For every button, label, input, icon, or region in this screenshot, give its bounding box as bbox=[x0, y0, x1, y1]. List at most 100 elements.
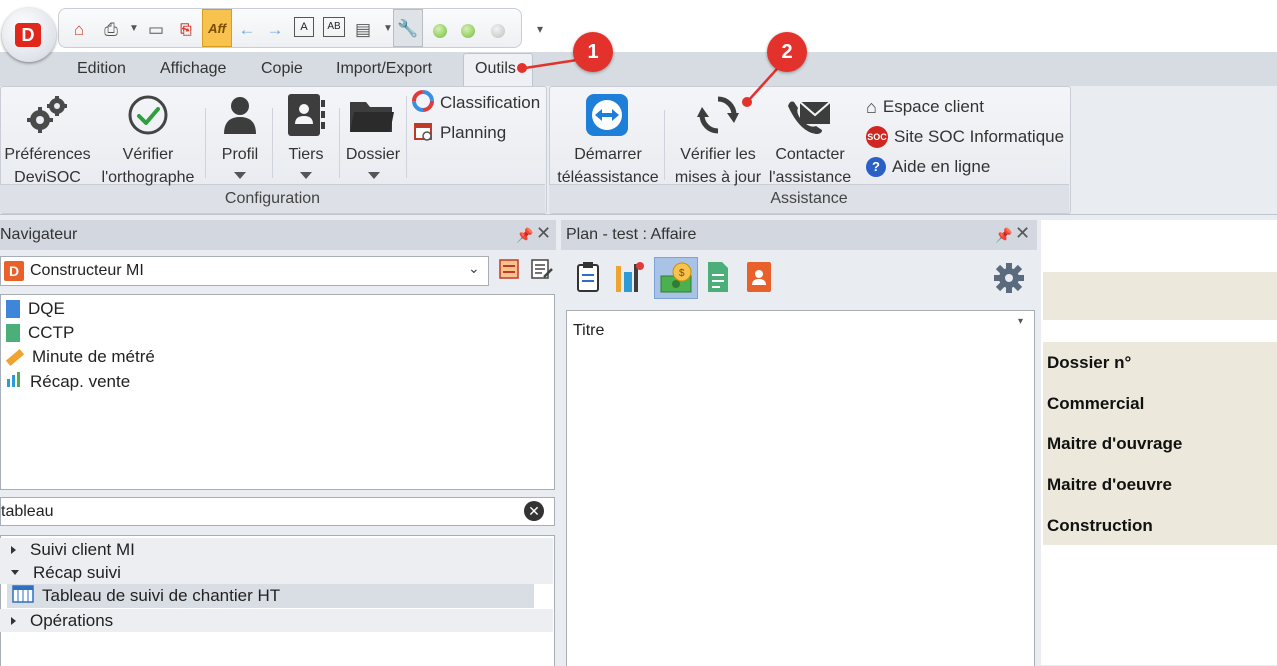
callout-1-dot bbox=[517, 63, 527, 73]
soc-logo-icon: SOC bbox=[866, 126, 888, 148]
gears-icon[interactable] bbox=[24, 94, 70, 134]
contact-label-1[interactable]: Contacter bbox=[766, 143, 854, 166]
window-icon[interactable]: ▤ bbox=[351, 17, 375, 41]
frame-ab-icon[interactable]: AB bbox=[323, 17, 345, 37]
edit-list-icon[interactable] bbox=[530, 258, 554, 280]
tab-affichage[interactable]: Affichage bbox=[160, 60, 226, 78]
chevron-down-icon[interactable] bbox=[300, 172, 312, 179]
green-dot-icon[interactable] bbox=[428, 19, 452, 43]
chevron-down-icon: ⌄ bbox=[468, 260, 480, 276]
separator bbox=[272, 108, 273, 178]
preferences-label-2[interactable]: DeviSOC bbox=[0, 166, 95, 189]
pin-icon[interactable]: 📌 bbox=[516, 227, 533, 244]
grey-dot-icon[interactable] bbox=[486, 19, 510, 43]
pdf-icon[interactable]: ⎘ bbox=[174, 17, 198, 41]
forward-arrow-icon[interactable]: → bbox=[263, 17, 287, 41]
print-preview-icon[interactable]: ▭ bbox=[144, 17, 168, 41]
updates-label-2[interactable]: mises à jour bbox=[668, 166, 768, 189]
document-green-icon bbox=[6, 324, 20, 342]
classification-item[interactable]: Classification bbox=[412, 89, 540, 115]
list-icon[interactable] bbox=[498, 258, 520, 280]
chevron-down-icon[interactable] bbox=[234, 172, 246, 179]
customize-toolbar-icon[interactable]: ▾ bbox=[528, 17, 552, 41]
home-icon[interactable]: ⌂ bbox=[67, 17, 91, 41]
contact-support-icon[interactable] bbox=[786, 94, 832, 136]
frame-icon[interactable]: A bbox=[294, 17, 314, 37]
clipboard-icon[interactable] bbox=[576, 261, 600, 293]
collapse-icon bbox=[11, 570, 19, 575]
tab-edition[interactable]: Edition bbox=[77, 60, 126, 78]
preferences-label-1[interactable]: Préférences bbox=[0, 143, 95, 166]
settings-gear-icon[interactable] bbox=[993, 262, 1025, 294]
profil-label[interactable]: Profil bbox=[210, 143, 270, 166]
help-icon: ? bbox=[866, 157, 886, 177]
tree-row-recap-suivi[interactable]: Récap suivi bbox=[0, 561, 553, 584]
document-green-icon[interactable] bbox=[706, 261, 730, 293]
chevron-down-icon[interactable] bbox=[368, 172, 380, 179]
pin-icon[interactable]: 📌 bbox=[995, 227, 1012, 244]
list-item-dqe[interactable]: DQE bbox=[6, 299, 65, 319]
address-book-icon[interactable] bbox=[285, 92, 327, 138]
list-item-label: DQE bbox=[28, 299, 65, 318]
list-item-label: Minute de métré bbox=[32, 347, 155, 366]
money-icon[interactable]: $ bbox=[654, 257, 698, 299]
remote-label-1[interactable]: Démarrer bbox=[553, 143, 663, 166]
profile-select[interactable]: D Constructeur MI ⌄ bbox=[0, 256, 489, 286]
wrench-icon[interactable]: 🔧 bbox=[393, 9, 423, 47]
spelling-label-2[interactable]: l'orthographe bbox=[95, 166, 201, 189]
column-sort-icon[interactable]: ▾ bbox=[1018, 316, 1023, 327]
list-item-label: CCTP bbox=[28, 323, 75, 342]
contact-label-2[interactable]: l'assistance bbox=[766, 166, 854, 189]
home-icon: ⌂ bbox=[866, 96, 877, 117]
aff-icon[interactable]: Aff bbox=[202, 9, 232, 47]
tab-copie[interactable]: Copie bbox=[261, 60, 303, 78]
profile-select-value: Constructeur MI bbox=[30, 262, 144, 279]
ruler-icon bbox=[5, 348, 25, 366]
tools-icon[interactable] bbox=[612, 260, 646, 294]
spelling-label-1[interactable]: Vérifier bbox=[95, 143, 201, 166]
tree-row-tableau-suivi[interactable]: Tableau de suivi de chantier HT bbox=[7, 584, 534, 608]
espace-client-item[interactable]: ⌂ Espace client bbox=[866, 95, 984, 119]
tree-label: Récap suivi bbox=[33, 562, 121, 582]
configuration-label: Configuration bbox=[224, 190, 321, 207]
list-item-minute[interactable]: Minute de métré bbox=[5, 347, 155, 367]
check-circle-icon[interactable] bbox=[127, 94, 169, 136]
column-header-titre: Titre bbox=[573, 322, 605, 339]
planning-item[interactable]: Planning bbox=[412, 121, 506, 145]
tree-row-suivi-client[interactable]: Suivi client MI bbox=[0, 538, 553, 561]
clear-search-icon[interactable]: ✕ bbox=[524, 501, 544, 521]
close-icon[interactable]: ✕ bbox=[536, 223, 551, 244]
back-arrow-icon[interactable]: ← bbox=[235, 17, 259, 41]
expand-icon bbox=[11, 616, 16, 625]
search-value: tableau bbox=[1, 503, 54, 520]
profile-icon[interactable] bbox=[221, 94, 259, 136]
remote-label-2[interactable]: téléassistance bbox=[553, 166, 663, 189]
document-blue-icon bbox=[6, 300, 20, 318]
list-item-recap[interactable]: Récap. vente bbox=[6, 371, 130, 392]
tab-import-export[interactable]: Import/Export bbox=[336, 60, 432, 78]
aide-item[interactable]: ? Aide en ligne bbox=[866, 155, 990, 179]
navigator-list bbox=[0, 294, 555, 490]
right-panel-band bbox=[1043, 272, 1277, 320]
green-dot-icon[interactable] bbox=[456, 19, 480, 43]
dossier-label[interactable]: Dossier bbox=[340, 143, 406, 166]
devisoc-d-icon: D bbox=[4, 261, 24, 281]
tree-row-operations[interactable]: Opérations bbox=[0, 609, 553, 632]
tiers-label[interactable]: Tiers bbox=[275, 143, 337, 166]
search-field[interactable]: tableau ✕ bbox=[0, 497, 555, 526]
field-maitre-ouvrage: Maitre d'ouvrage bbox=[1047, 434, 1183, 453]
chevron-down-icon[interactable]: ▼ bbox=[122, 17, 146, 41]
updates-label-1[interactable]: Vérifier les bbox=[668, 143, 768, 166]
site-soc-item[interactable]: SOC Site SOC Informatique bbox=[866, 125, 1064, 149]
aide-label: Aide en ligne bbox=[892, 157, 991, 176]
list-item-cctp[interactable]: CCTP bbox=[6, 323, 74, 343]
contacts-icon[interactable] bbox=[745, 261, 775, 293]
tab-outils[interactable]: Outils bbox=[475, 60, 516, 78]
close-icon[interactable]: ✕ bbox=[1015, 223, 1030, 244]
printer-icon[interactable]: ⎙ bbox=[99, 17, 123, 41]
folder-icon[interactable] bbox=[348, 96, 396, 136]
espace-client-label: Espace client bbox=[882, 97, 984, 116]
application-menu-button[interactable]: D bbox=[2, 8, 56, 62]
remote-assistance-icon[interactable] bbox=[585, 93, 629, 137]
refresh-icon[interactable] bbox=[697, 94, 739, 136]
